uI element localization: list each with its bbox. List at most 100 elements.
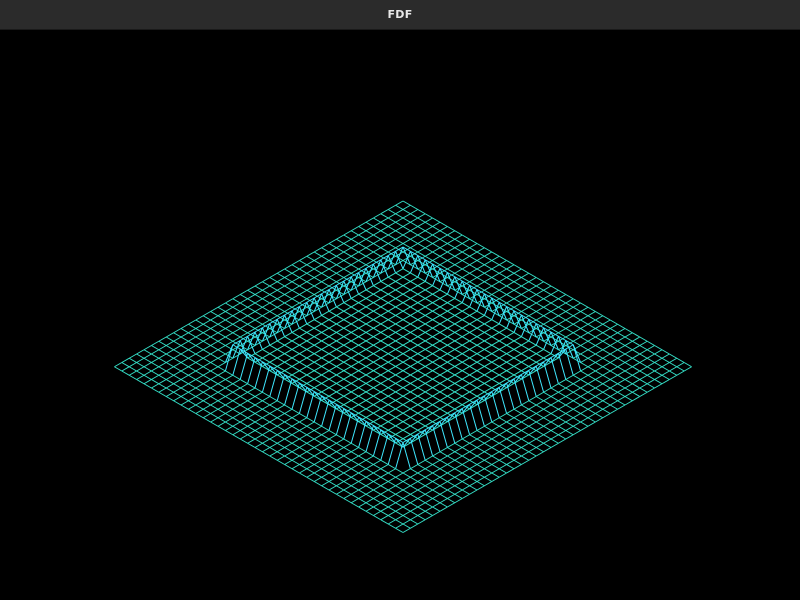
wireframe-edge [380,519,389,525]
wireframe-edge [276,361,285,367]
wireframe-edge [424,502,433,508]
wireframe-edge [269,451,278,457]
window-titlebar[interactable]: FDF [0,0,800,30]
wireframe-edge [447,340,456,346]
wireframe-edge [432,493,441,499]
wireframe-edge [639,366,648,372]
wireframe-edge [358,238,367,244]
wireframe-edge [210,332,219,338]
wireframe-edge [587,383,596,389]
wireframe-edge [247,438,256,444]
wireframe-edge [587,421,596,427]
wireframe-edge [424,327,433,333]
wireframe-edge [232,348,241,376]
wireframe-edge [365,332,374,338]
wireframe-edge [417,361,426,367]
wireframe-edge [491,476,500,482]
wireframe-edge [343,306,352,312]
wireframe-edge [439,451,448,457]
wireframe-edge [343,400,352,406]
wireframe-edge [521,294,530,300]
wireframe-edge [254,425,263,431]
wireframe-edge [447,243,456,249]
wireframe-edge [387,383,396,389]
wireframe-edge [476,243,485,249]
wireframe-edge [461,472,470,478]
wireframe-edge [306,378,315,384]
wireframe-edge [498,323,507,329]
wireframe-edge [609,323,618,329]
wireframe-edge [313,425,322,431]
wireframe-edge [262,425,271,431]
wireframe-edge [276,459,285,465]
wireframe-edge [395,417,404,423]
wireframe-edge [165,357,174,363]
wireframe-edge [454,323,463,329]
wireframe-edge [646,362,655,368]
wireframe-edge [284,349,293,355]
wireframe-edge [313,378,322,384]
wireframe-edge [321,260,330,266]
wireframe-edge [336,395,345,401]
wireframe-edge [291,264,300,270]
wireframe-edge [432,459,441,465]
wireframe-edge [498,277,507,283]
wireframe-edge [387,519,396,525]
wireframe-edge [543,447,552,453]
wireframe-edge [321,387,330,393]
wireframe-edge [336,340,345,346]
wireframe-edge [262,349,271,355]
wireframe-edge [595,349,604,355]
wireframe-edge [424,349,433,355]
wireframe-edge [469,472,478,478]
wireframe-edge [528,272,537,278]
wireframe-edge [558,400,567,406]
wireframe-edge [210,357,219,363]
wireframe-edge [299,264,308,270]
wireframe-edge [565,294,574,300]
wireframe-edge [602,332,611,338]
wireframe-edge [328,438,337,444]
wireframe-edge [380,472,389,478]
wireframe-edge [521,336,530,342]
wireframe-edge [587,319,596,325]
wireframe-edge [410,204,419,210]
wireframe-edge [639,379,648,385]
wireframe-edge [358,298,367,304]
wireframe-edge [587,408,596,414]
wireframe-edge [535,451,544,457]
wireframe-edge [321,391,330,397]
wireframe-edge [491,268,500,274]
wireframe-edge [387,327,396,333]
wireframe-edge [417,310,426,316]
wireframe-edge [572,387,581,393]
wireframe-edge [521,344,530,350]
wireframe-edge [506,417,515,423]
wireframe-edge [439,357,448,363]
wireframe-edge [158,383,167,389]
wireframe-edge [306,455,315,461]
wireframe-edge [447,502,456,508]
wireframe-edge [432,468,441,474]
wireframe-edge [402,204,411,210]
wireframe-edge [217,370,226,376]
wireframe-edge [299,294,308,300]
wireframe-edge [180,353,189,359]
wireframe-edge [313,459,322,465]
wireframe-edge [343,361,352,367]
wireframe-edge [617,336,626,342]
wireframe-edge [439,493,448,499]
wireframe-edge [484,260,493,266]
wireframe-edge [284,442,293,448]
wireframe-edge [136,357,145,363]
wireframe-edge [402,226,411,232]
wireframe-edge [595,391,604,397]
wireframe-edge [424,510,433,516]
wireframe-edge [195,362,204,368]
wireframe-edge [469,251,478,257]
wireframe-edge [469,459,478,465]
wireframe-edge [276,434,285,440]
wireframe-edge [609,374,618,380]
wireframe-edge [558,302,567,308]
wireframe-edge [454,383,463,389]
